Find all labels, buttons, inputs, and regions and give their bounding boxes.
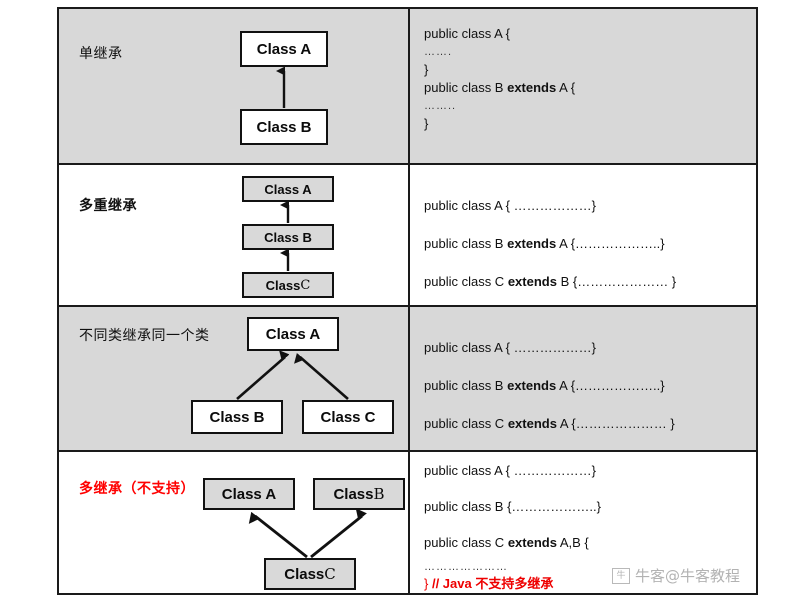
code-line: public class A { ………………}: [424, 198, 596, 213]
class-box-a: Class A: [242, 176, 334, 202]
class-box-b: Class B: [242, 224, 334, 250]
diagram-canvas: 单继承 Class A Class B public class A {…….…: [0, 0, 800, 600]
code-line: public class B {………………..}: [424, 499, 601, 514]
class-box-b: Class B: [313, 478, 405, 510]
inheritance-arrows-row2: [280, 200, 290, 271]
class-box-b: Class B: [240, 109, 328, 145]
table-row-hierarchical-inheritance: 不同类继承同一个类 Class A Class B Class C public…: [59, 305, 756, 450]
diagram-cell-row3: 不同类继承同一个类 Class A Class B Class C: [59, 307, 408, 450]
inheritance-arrows-row1: [276, 66, 286, 108]
code-line: public class A { ………………}: [424, 340, 596, 355]
row-label-multilevel-inheritance: 多重继承: [79, 198, 137, 214]
class-box-b: Class B: [191, 400, 283, 434]
code-line: }: [424, 116, 429, 131]
code-line: public class A {: [424, 26, 510, 41]
row-label-hierarchical-inheritance: 不同类继承同一个类: [79, 328, 210, 344]
inheritance-table: 单继承 Class A Class B public class A {…….…: [57, 7, 758, 595]
code-cell-row1: public class A { ……. } public class B ex…: [410, 9, 760, 163]
code-line: }: [424, 62, 429, 77]
watermark: 牛 牛客@牛客教程: [612, 565, 740, 586]
watermark-logo-icon: 牛: [612, 567, 630, 584]
code-line-ellipsis: …………………: [424, 561, 508, 573]
row-label-single-inheritance: 单继承: [79, 46, 123, 62]
code-line: public class A { ………………}: [424, 463, 596, 478]
code-line: public class C extends A,B {: [424, 535, 589, 550]
code-line-comment: } // Java 不支持多继承: [424, 576, 554, 591]
class-box-c: Class C: [242, 272, 334, 298]
code-line: public class C extends B {………………… }: [424, 274, 677, 289]
code-line-ellipsis: …….: [424, 46, 453, 58]
code-line: public class B extends A {: [424, 80, 576, 95]
row-label-multiple-inheritance-unsupported: 多继承（不支持）: [79, 481, 195, 497]
code-line: public class C extends A {………………… }: [424, 416, 675, 431]
code-line: public class B extends A {………………..}: [424, 236, 665, 251]
code-line: public class B extends A {………………..}: [424, 378, 665, 393]
diagram-cell-row4: 多继承（不支持） Class A Class B Class C: [59, 452, 408, 593]
class-box-a: Class A: [203, 478, 295, 510]
watermark-text: 牛客@牛客教程: [635, 567, 741, 585]
diagram-cell-row2: 多重继承 Class A Class B Class C: [59, 165, 408, 305]
code-cell-row2: public class A { ………………} public class B …: [410, 165, 760, 305]
class-box-c: Class C: [302, 400, 394, 434]
table-row-multilevel-inheritance: 多重继承 Class A Class B Class C public clas…: [59, 163, 756, 305]
code-cell-row3: public class A { ………………} public class B …: [410, 307, 760, 450]
class-box-c: Class C: [264, 558, 356, 590]
class-box-a: Class A: [247, 317, 339, 351]
table-row-single-inheritance: 单继承 Class A Class B public class A {…….…: [59, 9, 756, 163]
diagram-cell-row1: 单继承 Class A Class B: [59, 9, 408, 163]
class-box-a: Class A: [240, 31, 328, 67]
code-line-ellipsis: ……..: [424, 100, 457, 112]
